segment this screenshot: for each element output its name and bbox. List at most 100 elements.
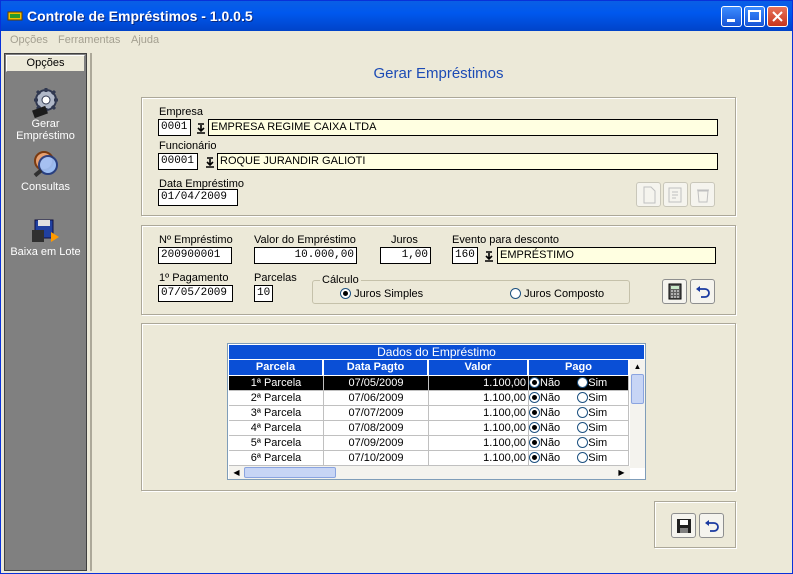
cell-parcela: 6ª Parcela: [229, 451, 324, 466]
funcionario-name-field[interactable]: ROQUE JURANDIR GALIOTI: [217, 153, 718, 170]
horizontal-scroll-thumb[interactable]: [244, 467, 336, 478]
cell-data-pagto: 07/07/2009: [324, 406, 429, 421]
primeiro-pagamento-field[interactable]: 07/05/2009: [158, 285, 233, 302]
radio-unselected-icon[interactable]: [577, 452, 589, 463]
juros-simples-option[interactable]: Juros Simples: [340, 288, 423, 300]
cell-parcela: 4ª Parcela: [229, 421, 324, 436]
radio-selected-icon[interactable]: [529, 392, 540, 403]
close-button[interactable]: [767, 6, 788, 27]
title-bar[interactable]: Controle de Empréstimos - 1.0.0.5: [1, 1, 792, 31]
cancel-button[interactable]: [699, 513, 724, 538]
cell-valor: 1.100,00: [429, 391, 529, 406]
lookup-arrow-icon[interactable]: [204, 154, 216, 170]
radio-unselected-icon[interactable]: [577, 392, 589, 403]
cell-pago[interactable]: Não Sim: [529, 451, 629, 466]
numero-emprestimo-field[interactable]: 200900001: [158, 247, 232, 264]
evento-name-field[interactable]: EMPRÉSTIMO: [497, 247, 716, 264]
option-sim: Sim: [588, 422, 608, 434]
edit-document-icon: [668, 187, 681, 203]
scroll-up-icon[interactable]: ▲: [630, 360, 645, 373]
menu-ajuda[interactable]: Ajuda: [131, 34, 159, 46]
table-row[interactable]: 1ª Parcela 07/05/2009 1.100,00 Não Sim: [229, 376, 629, 391]
juros-simples-label: Juros Simples: [354, 288, 424, 300]
company-employee-panel: Empresa 0001 EMPRESA REGIME CAIXA LTDA F…: [141, 97, 736, 216]
table-row[interactable]: 3ª Parcela 07/07/2009 1.100,00 Não Sim: [229, 406, 629, 421]
valor-emprestimo-field[interactable]: 10.000,00: [254, 247, 357, 264]
radio-selected-icon[interactable]: [529, 422, 540, 433]
table-row[interactable]: 5ª Parcela 07/09/2009 1.100,00 Não Sim: [229, 436, 629, 451]
column-header-parcela[interactable]: Parcela: [229, 360, 323, 375]
app-window: Controle de Empréstimos - 1.0.0.5 Opções…: [0, 0, 793, 574]
radio-selected-icon[interactable]: [529, 407, 540, 418]
evento-code-field[interactable]: 160: [452, 247, 478, 264]
sidebar-item-gerar-emprestimo[interactable]: Gerar Empréstimo: [5, 86, 86, 142]
cell-pago[interactable]: Não Sim: [529, 391, 629, 406]
radio-unselected-icon[interactable]: [577, 422, 589, 433]
column-header-pago[interactable]: Pago: [529, 360, 629, 375]
option-nao: Não: [540, 452, 561, 464]
scroll-left-icon[interactable]: ◀: [229, 466, 244, 479]
calculo-group: Cálculo Juros Simples Juros Composto: [312, 274, 630, 304]
sidebar-item-consultas[interactable]: Consultas: [5, 149, 86, 193]
delete-button[interactable]: [690, 182, 715, 207]
table-row[interactable]: 6ª Parcela 07/10/2009 1.100,00 Não Sim: [229, 451, 629, 466]
undo-icon: [704, 520, 719, 532]
cell-pago[interactable]: Não Sim: [529, 421, 629, 436]
horizontal-scrollbar[interactable]: ◀ ▶: [229, 466, 630, 479]
cell-data-pagto: 07/05/2009: [324, 376, 429, 391]
cell-pago[interactable]: Não Sim: [529, 436, 629, 451]
undo-icon: [695, 286, 710, 298]
empresa-code-field[interactable]: 0001: [158, 119, 191, 136]
minimize-icon: [727, 19, 735, 22]
cell-parcela: 1ª Parcela: [229, 376, 324, 391]
cell-parcela: 3ª Parcela: [229, 406, 324, 421]
save-button[interactable]: [671, 513, 696, 538]
parcelas-field[interactable]: 10: [254, 285, 273, 302]
empresa-name-field[interactable]: EMPRESA REGIME CAIXA LTDA: [208, 119, 718, 136]
cell-pago[interactable]: Não Sim: [529, 376, 629, 391]
edit-button[interactable]: [663, 182, 688, 207]
radio-selected-icon[interactable]: [529, 377, 540, 388]
radio-unselected-icon[interactable]: [577, 437, 589, 448]
radio-selected-icon[interactable]: [529, 437, 540, 448]
vertical-scroll-thumb[interactable]: [631, 374, 644, 404]
funcionario-code-field[interactable]: 00001: [158, 153, 198, 170]
table-row[interactable]: 4ª Parcela 07/08/2009 1.100,00 Não Sim: [229, 421, 629, 436]
cell-pago[interactable]: Não Sim: [529, 406, 629, 421]
option-sim: Sim: [588, 437, 608, 449]
menu-opcoes[interactable]: Opções: [10, 34, 48, 46]
column-header-data-pagto[interactable]: Data Pagto: [324, 360, 428, 375]
lookup-arrow-icon[interactable]: [483, 248, 495, 264]
empresa-label: Empresa: [159, 106, 204, 118]
scroll-right-icon[interactable]: ▶: [614, 466, 629, 479]
minimize-button[interactable]: [721, 6, 742, 27]
app-icon: [7, 11, 23, 21]
lookup-arrow-icon[interactable]: [195, 120, 207, 136]
undo-button[interactable]: [690, 279, 715, 304]
menu-ferramentas[interactable]: Ferramentas: [58, 34, 120, 46]
radio-selected-icon[interactable]: [529, 452, 540, 463]
vertical-scrollbar[interactable]: ▲: [630, 360, 645, 468]
radio-unselected-icon[interactable]: [577, 407, 589, 418]
cell-valor: 1.100,00: [429, 376, 529, 391]
option-nao: Não: [540, 437, 561, 449]
column-header-valor[interactable]: Valor: [429, 360, 528, 375]
option-sim: Sim: [588, 452, 608, 464]
window-title: Controle de Empréstimos - 1.0.0.5: [27, 8, 253, 24]
juros-composto-label: Juros Composto: [524, 288, 605, 300]
table-row[interactable]: 2ª Parcela 07/06/2009 1.100,00 Não Sim: [229, 391, 629, 406]
installments-grid[interactable]: Dados do Empréstimo Parcela Data Pagto V…: [227, 343, 646, 480]
calculate-button[interactable]: [662, 279, 687, 304]
option-sim: Sim: [588, 377, 608, 389]
sidebar-header[interactable]: Opções: [6, 55, 85, 72]
radio-unselected-icon[interactable]: [577, 377, 589, 388]
cell-data-pagto: 07/06/2009: [324, 391, 429, 406]
data-emprestimo-field[interactable]: 01/04/2009: [158, 189, 238, 206]
new-button[interactable]: [636, 182, 661, 207]
evento-desconto-label: Evento para desconto: [452, 234, 560, 246]
cell-parcela: 5ª Parcela: [229, 436, 324, 451]
juros-field[interactable]: 1,00: [380, 247, 431, 264]
maximize-button[interactable]: [744, 6, 765, 27]
juros-composto-option[interactable]: Juros Composto: [510, 288, 604, 300]
sidebar-item-baixa-em-lote[interactable]: Baixa em Lote: [5, 214, 86, 258]
